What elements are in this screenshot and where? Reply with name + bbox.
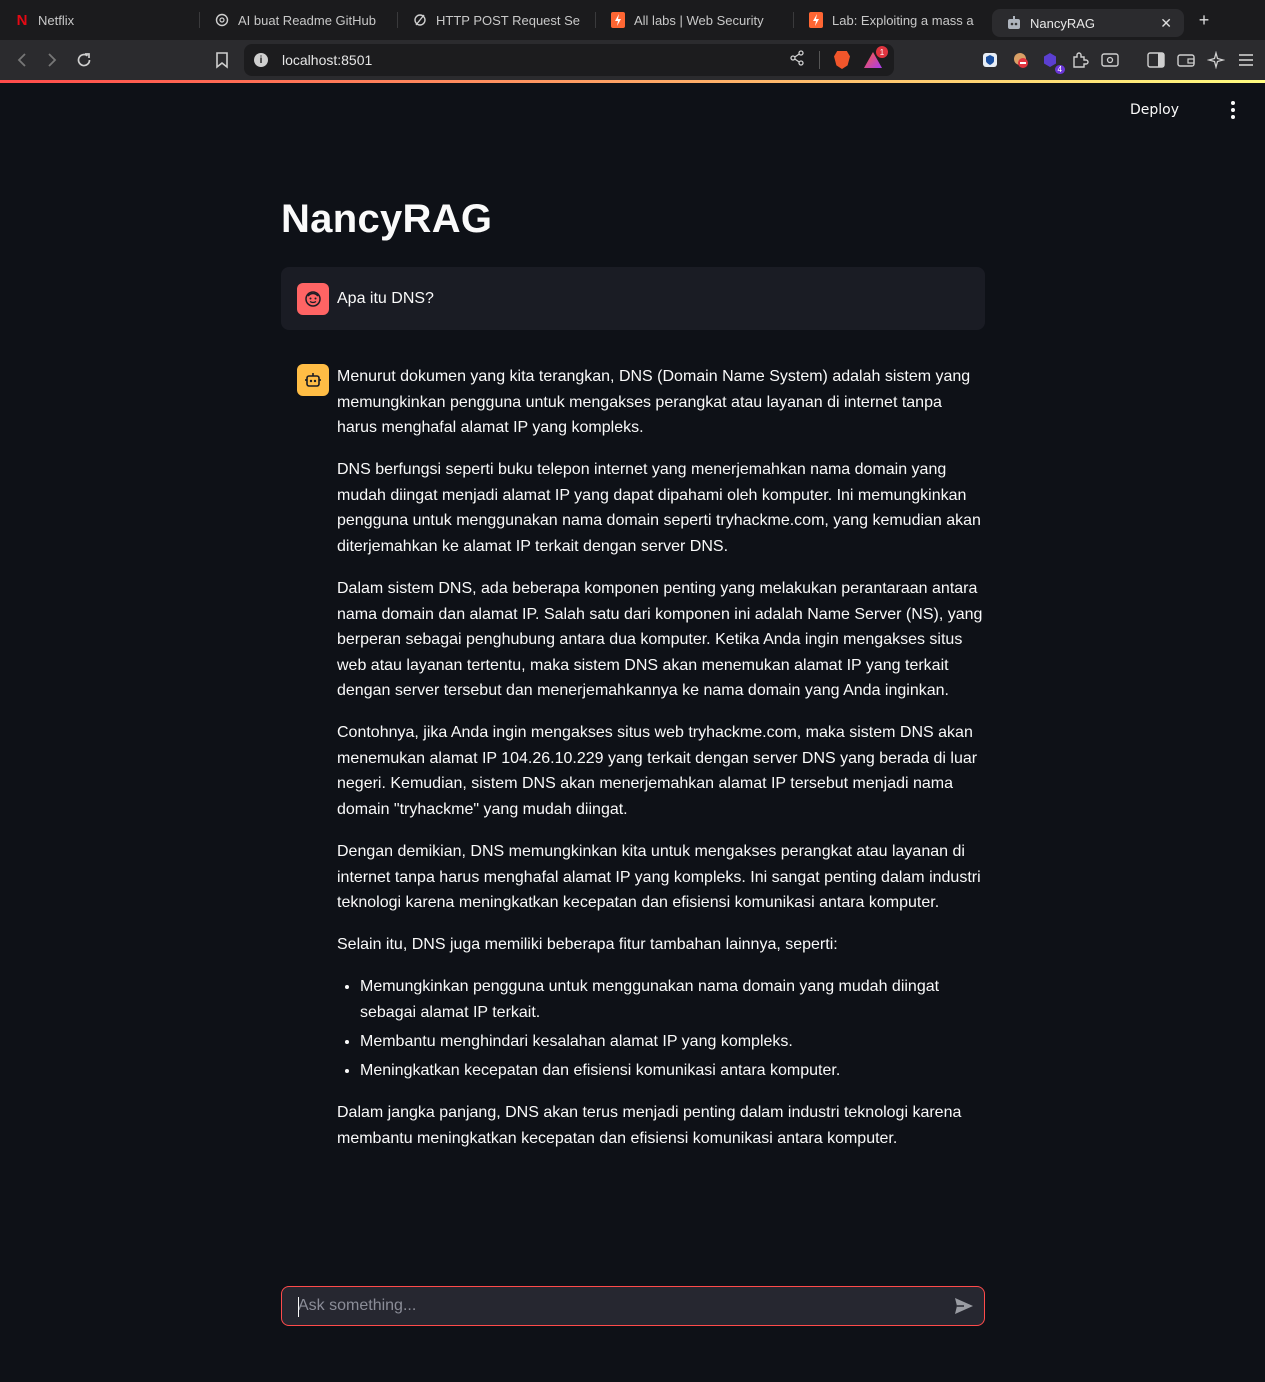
- share-icon[interactable]: [789, 49, 805, 71]
- tab-netflix[interactable]: N Netflix: [0, 0, 200, 40]
- user-message-text: Apa itu DNS?: [337, 289, 434, 307]
- send-button[interactable]: [944, 1286, 984, 1326]
- new-tab-button[interactable]: +: [1184, 10, 1224, 31]
- brave-shields-icon[interactable]: [834, 51, 850, 69]
- app-main: Deploy NancyRAG Apa itu DNS? Menurut dok…: [0, 83, 1265, 1382]
- forward-arrow-icon: [48, 53, 57, 67]
- tab-title: AI buat Readme GitHub: [238, 12, 377, 28]
- list-item: Membantu menghindari kesalahan alamat IP…: [360, 1029, 985, 1055]
- assistant-paragraph: Dalam jangka panjang, DNS akan terus men…: [337, 1103, 962, 1147]
- notification-badge: 1: [876, 46, 888, 58]
- extension-ublock-icon[interactable]: [1011, 51, 1029, 69]
- sidebar-icon[interactable]: [1147, 51, 1165, 69]
- browser-toolbar: i localhost:8501 1 4: [0, 40, 1265, 80]
- forward-button[interactable]: [37, 45, 67, 75]
- close-tab-icon[interactable]: ✕: [1150, 15, 1172, 32]
- extensions-area: 4: [981, 40, 1255, 80]
- chat-input-container: [281, 1286, 985, 1326]
- assistant-paragraph: Contohnya, jika Anda ingin mengakses sit…: [337, 724, 978, 819]
- extension-hex-icon[interactable]: 4: [1041, 51, 1065, 74]
- menu-icon[interactable]: [1237, 51, 1255, 69]
- list-item: Memungkinkan pengguna untuk menggunakan …: [360, 974, 985, 1025]
- tab-title: Netflix: [38, 12, 75, 28]
- netflix-icon: N: [16, 11, 28, 29]
- tab-ai-readme[interactable]: AI buat Readme GitHub: [200, 0, 398, 40]
- leo-ai-icon[interactable]: [1207, 51, 1225, 69]
- browser-tab-bar: N Netflix AI buat Readme GitHub HTTP POS…: [0, 0, 1265, 40]
- tab-nancyrag[interactable]: NancyRAG ✕: [992, 9, 1184, 37]
- assistant-paragraph: Menurut dokumen yang kita terangkan, DNS…: [337, 368, 971, 437]
- wallet-icon[interactable]: [1177, 51, 1195, 69]
- robot-icon: [1006, 15, 1022, 31]
- assistant-message-body: Menurut dokumen yang kita terangkan, DNS…: [337, 364, 985, 1168]
- tab-all-labs[interactable]: All labs | Web Security: [596, 0, 794, 40]
- brave-rewards-icon[interactable]: 1: [864, 46, 888, 68]
- back-button[interactable]: [7, 45, 37, 75]
- site-info-icon[interactable]: i: [254, 53, 268, 67]
- assistant-feature-list: Memungkinkan pengguna untuk menggunakan …: [337, 974, 985, 1083]
- chat-input[interactable]: [282, 1287, 944, 1325]
- tab-title: NancyRAG: [1030, 15, 1096, 31]
- user-avatar-icon: [297, 282, 329, 315]
- assistant-paragraph: DNS berfungsi seperti buku telepon inter…: [337, 461, 981, 555]
- divider: [819, 51, 820, 69]
- portswigger-icon: [808, 12, 824, 28]
- tab-lab-mass-assignment[interactable]: Lab: Exploiting a mass a: [794, 0, 992, 40]
- bookmark-icon: [216, 52, 228, 69]
- address-bar[interactable]: i localhost:8501 1: [244, 44, 894, 76]
- page-title: NancyRAG: [281, 197, 493, 241]
- link-icon: [412, 12, 428, 28]
- bookmark-button[interactable]: [207, 45, 237, 75]
- portswigger-icon: [610, 12, 626, 28]
- reload-button[interactable]: [69, 45, 99, 75]
- url-text: localhost:8501: [282, 52, 373, 68]
- extensions-puzzle-icon[interactable]: [1071, 51, 1089, 69]
- assistant-paragraph: Selain itu, DNS juga memiliki beberapa f…: [337, 936, 838, 954]
- assistant-avatar-icon: [297, 364, 329, 396]
- user-chat-message: Apa itu DNS?: [281, 267, 985, 330]
- assistant-paragraph: Dengan demikian, DNS memungkinkan kita u…: [337, 843, 981, 912]
- tab-title: All labs | Web Security: [634, 12, 764, 28]
- extension-badge: 4: [1054, 65, 1065, 74]
- tab-http-post[interactable]: HTTP POST Request Se: [398, 0, 596, 40]
- back-arrow-icon: [17, 53, 26, 67]
- assistant-paragraph: Dalam sistem DNS, ada beberapa komponen …: [337, 579, 983, 700]
- tab-title: HTTP POST Request Se: [436, 12, 581, 28]
- tab-title: Lab: Exploiting a mass a: [832, 12, 974, 28]
- deploy-button[interactable]: Deploy: [1130, 102, 1179, 118]
- text-cursor: [298, 1297, 299, 1317]
- send-icon: [955, 1298, 973, 1314]
- main-menu-icon[interactable]: [1225, 100, 1241, 120]
- extension-shield-icon[interactable]: [981, 51, 999, 69]
- reload-icon: [77, 53, 91, 67]
- openai-icon: [214, 12, 230, 28]
- tab-search-icon[interactable]: [1101, 51, 1119, 69]
- list-item: Meningkatkan kecepatan dan efisiensi kom…: [360, 1058, 985, 1084]
